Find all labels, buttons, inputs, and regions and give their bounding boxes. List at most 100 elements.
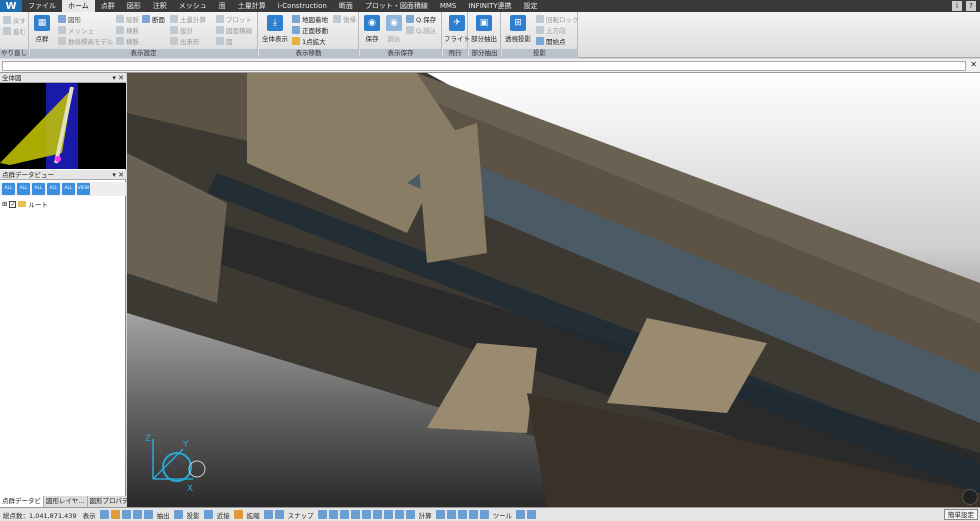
status-snap-icon-7[interactable] bbox=[383, 510, 393, 519]
all-icon-1[interactable]: ALL bbox=[2, 183, 15, 195]
quick-save-button[interactable]: Q.保存 bbox=[406, 14, 436, 24]
tab-pointcloud-dataview[interactable]: 点群データビ bbox=[0, 496, 44, 507]
menu-tab-home[interactable]: ホーム bbox=[62, 0, 95, 12]
load-view-button[interactable]: ◉ 読込 bbox=[386, 15, 402, 43]
menu-tab-pointcloud[interactable]: 点群 bbox=[95, 0, 121, 12]
design-toggle[interactable]: 設計 bbox=[170, 25, 193, 35]
all-icon-5[interactable]: ALL bbox=[62, 183, 75, 195]
status-calc-icon-4[interactable] bbox=[468, 510, 478, 519]
status-display-icon-1[interactable] bbox=[99, 510, 109, 519]
menu-tab-surface[interactable]: 面 bbox=[213, 0, 232, 12]
command-input[interactable] bbox=[2, 61, 966, 71]
status-snap-icon-9[interactable] bbox=[405, 510, 415, 519]
up-direction-button[interactable]: 上方向 bbox=[536, 25, 566, 35]
zoom-point-button[interactable]: 1点拡大 bbox=[292, 36, 326, 46]
front-move-button[interactable]: 正面移動 bbox=[292, 25, 328, 35]
menu-tab-annotation[interactable]: 注釈 bbox=[147, 0, 173, 12]
map-landing-button[interactable]: 地図着地 bbox=[292, 14, 328, 24]
reset-view-button[interactable]: 復帰 bbox=[333, 14, 356, 24]
expand-icon[interactable]: ⊞ bbox=[2, 200, 7, 208]
rotation-lock-toggle[interactable]: 回転ロック bbox=[536, 14, 579, 24]
shape-toggle[interactable]: 図形 bbox=[58, 14, 81, 24]
orbit-icon[interactable] bbox=[962, 489, 978, 505]
partial-extract-button[interactable]: ▣ 部分抽出 bbox=[471, 15, 497, 43]
menu-tab-file[interactable]: ファイル bbox=[22, 0, 62, 12]
status-tool-icon-2[interactable] bbox=[527, 510, 537, 519]
menu-tab-settings[interactable]: 設定 bbox=[518, 0, 544, 12]
help-icon[interactable]: ? bbox=[966, 1, 976, 11]
status-snap-icon-3[interactable] bbox=[339, 510, 349, 519]
volume-toggle[interactable]: 土量計算 bbox=[170, 14, 206, 24]
status-calc-icon-1[interactable] bbox=[435, 510, 445, 519]
tree-item-root[interactable]: ⊞ ✓ ルート bbox=[2, 199, 48, 209]
cross2-toggle[interactable]: 横断 bbox=[116, 36, 139, 46]
menu-tab-volume[interactable]: 土量計算 bbox=[232, 0, 272, 12]
status-snap-icon-1[interactable] bbox=[317, 510, 327, 519]
status-display-icon-4[interactable] bbox=[132, 510, 142, 519]
menu-tab-infinity[interactable]: INFINITY連携 bbox=[462, 0, 517, 12]
menu-tab-mms[interactable]: MMS bbox=[434, 0, 463, 12]
cross-toggle[interactable]: 横断 bbox=[116, 25, 139, 35]
panel-pin-icon[interactable]: ▾ ✕ bbox=[112, 73, 124, 83]
status-extend-icon-1[interactable] bbox=[263, 510, 273, 519]
status-snap-icon-4[interactable] bbox=[350, 510, 360, 519]
status-display-icon-3[interactable] bbox=[121, 510, 131, 519]
status-nearby-icon[interactable] bbox=[233, 510, 243, 519]
asbuilt-toggle[interactable]: 出来形 bbox=[170, 36, 200, 46]
drawing-line-toggle[interactable]: 図面積線 bbox=[216, 25, 252, 35]
redo-button[interactable]: 進む bbox=[3, 26, 26, 36]
snap-label: スナップ bbox=[287, 511, 314, 520]
perspective-button[interactable]: ⊞ 透視投影 bbox=[505, 15, 531, 43]
menu-tab-iconstruction[interactable]: i-Construction bbox=[272, 0, 333, 12]
status-extend-icon-2[interactable] bbox=[274, 510, 284, 519]
section-toggle[interactable]: 断面 bbox=[142, 14, 165, 24]
tab-shape-layer[interactable]: 図形レイヤ... bbox=[44, 496, 88, 507]
undo-button[interactable]: 戻す bbox=[3, 15, 26, 25]
save-view-button[interactable]: ◉ 保存 bbox=[364, 15, 380, 43]
menu-tab-mesh[interactable]: メッシュ bbox=[173, 0, 213, 12]
cross-icon bbox=[116, 26, 124, 34]
mesh-toggle[interactable]: メッシュ bbox=[58, 25, 94, 35]
status-calc-icon-5[interactable] bbox=[479, 510, 489, 519]
app-logo-icon: W bbox=[0, 0, 22, 12]
flight-button[interactable]: ✈ フライト bbox=[444, 15, 470, 43]
status-extract-icon[interactable] bbox=[173, 510, 183, 519]
3d-viewport[interactable]: Z Y X bbox=[127, 73, 980, 507]
status-display-icon-2[interactable] bbox=[110, 510, 120, 519]
status-snap-icon-5[interactable] bbox=[361, 510, 371, 519]
volume-icon bbox=[170, 15, 178, 23]
close-icon[interactable]: ✕ bbox=[970, 60, 977, 69]
status-snap-icon-2[interactable] bbox=[328, 510, 338, 519]
fullview-button[interactable]: ⤓ 全体表示 bbox=[262, 15, 288, 43]
all-icon-3[interactable]: ALL bbox=[32, 183, 45, 195]
menu-tab-shape[interactable]: 図形 bbox=[121, 0, 147, 12]
menu-tab-section[interactable]: 断面 bbox=[333, 0, 359, 12]
status-tool-icon-1[interactable] bbox=[516, 510, 526, 519]
all-icon-2[interactable]: ALL bbox=[17, 183, 30, 195]
status-display-icon-5[interactable] bbox=[143, 510, 153, 519]
menu-tab-plot[interactable]: プロット・図面積線 bbox=[359, 0, 434, 12]
all-icon-4[interactable]: ALL bbox=[47, 183, 60, 195]
status-projection-icon[interactable] bbox=[203, 510, 213, 519]
panel-pin-icon-2[interactable]: ▾ ✕ bbox=[112, 170, 124, 180]
pointcloud-display-button[interactable]: ▦ 点群 bbox=[34, 15, 50, 43]
figure-toggle[interactable]: 図 bbox=[216, 36, 233, 46]
status-snap-icon-6[interactable] bbox=[372, 510, 382, 519]
quick-load-button[interactable]: Q.読込 bbox=[406, 25, 436, 35]
overview-map[interactable] bbox=[0, 83, 126, 169]
simple-settings-button[interactable]: 簡単設定 bbox=[944, 509, 978, 520]
start-point-button[interactable]: 開始点 bbox=[536, 36, 566, 46]
menu-bar: W ファイル ホーム 点群 図形 注釈 メッシュ 面 土量計算 i-Constr… bbox=[0, 0, 980, 12]
info-icon[interactable]: i bbox=[952, 1, 962, 11]
group-caption-view-save: 表示保存 bbox=[360, 49, 441, 58]
dem-toggle[interactable]: 数値標高モデル bbox=[58, 36, 114, 46]
status-calc-icon-2[interactable] bbox=[446, 510, 456, 519]
plot-toggle[interactable]: プロット bbox=[216, 14, 252, 24]
root-checkbox[interactable]: ✓ bbox=[9, 200, 17, 208]
folder-icon bbox=[18, 201, 27, 207]
plot-icon bbox=[216, 15, 224, 23]
view-icon[interactable]: VIEW bbox=[77, 183, 90, 195]
status-snap-icon-8[interactable] bbox=[394, 510, 404, 519]
longitudinal-toggle[interactable]: 縦断 bbox=[116, 14, 139, 24]
status-calc-icon-3[interactable] bbox=[457, 510, 467, 519]
